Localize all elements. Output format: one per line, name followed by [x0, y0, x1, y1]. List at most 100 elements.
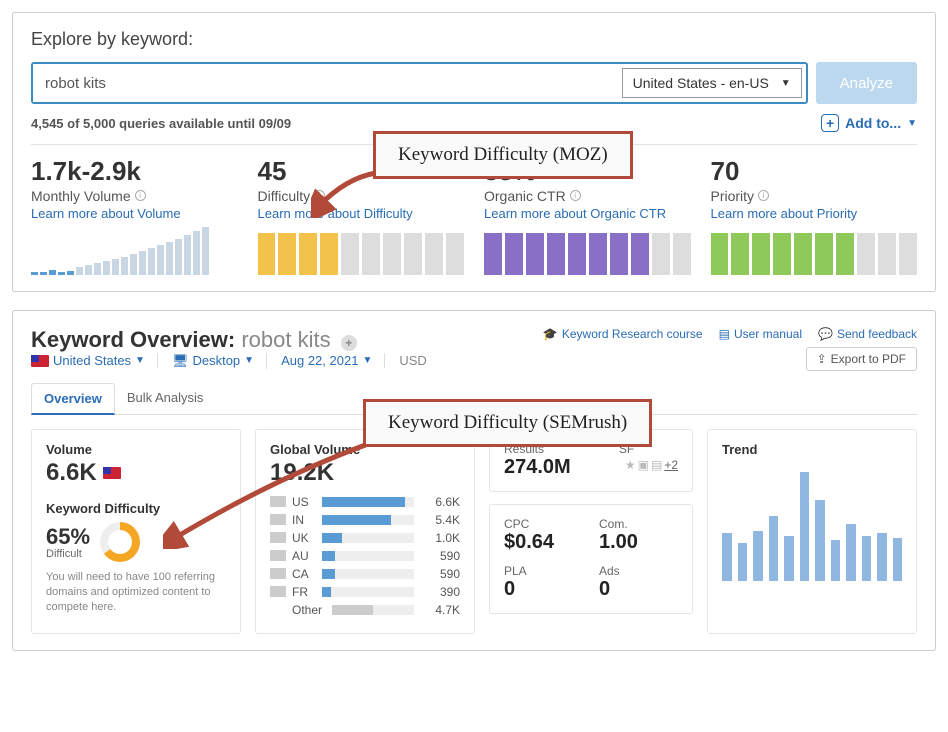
cpc-label: CPC — [504, 517, 583, 531]
us-flag-icon — [103, 467, 121, 479]
filter-row: United States▼ 🖥Desktop▼ Aug 22, 2021▼ U… — [31, 353, 427, 369]
cpc-card: CPC$0.64 Com.1.00 PLA0 Ads0 — [489, 504, 693, 614]
plus-icon: + — [821, 114, 839, 132]
pla-value: 0 — [504, 578, 583, 601]
learn-priority-link[interactable]: Learn more about Priority — [711, 206, 918, 221]
keyword-input[interactable] — [33, 64, 618, 102]
stat-volume: 1.7k-2.9k Monthly Volumei Learn more abo… — [31, 157, 238, 275]
ctr-bars — [484, 233, 691, 275]
upload-icon: ⇪ — [817, 352, 827, 366]
gv-other-val: 4.7K — [420, 603, 460, 617]
search-row: United States - en-US ▼ Analyze — [31, 62, 917, 104]
gv-val: 590 — [420, 567, 460, 581]
analyze-button[interactable]: Analyze — [816, 62, 917, 104]
book-icon: ▤ — [719, 327, 730, 341]
learn-ctr-link[interactable]: Learn more about Organic CTR — [484, 206, 691, 221]
date-filter[interactable]: Aug 22, 2021▼ — [281, 353, 385, 368]
trend-bar — [769, 516, 779, 581]
priority-value: 70 — [711, 157, 918, 186]
tab-bulk[interactable]: Bulk Analysis — [115, 383, 216, 414]
manual-link[interactable]: ▤User manual — [719, 327, 802, 341]
trend-bar — [722, 533, 732, 580]
country-filter[interactable]: United States▼ — [31, 353, 158, 368]
sem-title: Keyword Overview: robot kits + — [31, 327, 427, 353]
semrush-panel: Keyword Overview: robot kits + United St… — [12, 310, 936, 651]
graduation-icon: 🎓 — [543, 327, 558, 341]
trend-bar — [831, 540, 841, 580]
sem-links: 🎓Keyword Research course ▤User manual 💬S… — [543, 327, 917, 341]
metrics-column: Results 274.0M SF ★ ▣ ▤ +2 — [489, 429, 693, 634]
annotation-semrush: Keyword Difficulty (SEMrush) — [363, 399, 652, 447]
add-to-button[interactable]: + Add to... ▼ — [821, 114, 917, 132]
chat-icon: 💬 — [818, 327, 833, 341]
kd-donut-icon — [100, 522, 140, 562]
gv-row: CA 590 — [270, 567, 460, 581]
gv-code: AU — [292, 549, 316, 563]
gv-row: AU 590 — [270, 549, 460, 563]
ads-label: Ads — [599, 564, 678, 578]
chevron-down-icon: ▼ — [244, 355, 254, 366]
desktop-icon: 🖥 — [172, 353, 189, 369]
trend-bar — [846, 524, 856, 581]
gv-row: FR 390 — [270, 585, 460, 599]
gv-row-other: Other4.7K — [270, 603, 460, 617]
info-icon: i — [570, 190, 581, 201]
us-flag-icon — [31, 355, 49, 367]
flag-icon — [270, 568, 286, 579]
kd-desc: You will need to have 100 referring doma… — [46, 570, 226, 616]
com-value: 1.00 — [599, 531, 678, 554]
gv-code: CA — [292, 567, 316, 581]
image-icon: ▤ — [651, 458, 662, 472]
difficulty-bars — [258, 233, 465, 275]
trend-bar — [800, 472, 810, 581]
info-icon: i — [758, 190, 769, 201]
plus-circle-icon[interactable]: + — [341, 335, 357, 351]
sem-keyword: robot kits — [241, 327, 330, 352]
kd-value: 65% — [46, 524, 90, 550]
device-filter[interactable]: 🖥Desktop▼ — [172, 353, 267, 369]
gv-code: FR — [292, 585, 316, 599]
export-pdf-button[interactable]: ⇪Export to PDF — [806, 347, 917, 371]
trend-bar — [815, 500, 825, 580]
gv-val: 590 — [420, 549, 460, 563]
info-icon: i — [135, 190, 146, 201]
trend-bar — [862, 536, 872, 581]
flag-icon — [270, 550, 286, 561]
chevron-down-icon: ▼ — [135, 355, 145, 366]
volume-label: Monthly Volumei — [31, 188, 238, 204]
tab-overview[interactable]: Overview — [31, 383, 115, 415]
trend-label: Trend — [722, 442, 902, 457]
region-select[interactable]: United States - en-US ▼ — [622, 68, 802, 98]
trend-bar — [893, 538, 903, 580]
arrow-icon — [311, 168, 381, 218]
feedback-link[interactable]: 💬Send feedback — [818, 327, 917, 341]
sem-header: Keyword Overview: robot kits + United St… — [31, 327, 917, 377]
volume-chart — [31, 233, 238, 275]
course-link[interactable]: 🎓Keyword Research course — [543, 327, 703, 341]
currency-label: USD — [399, 353, 426, 368]
moz-panel: Explore by keyword: United States - en-U… — [12, 12, 936, 292]
gv-val: 5.4K — [420, 513, 460, 527]
ads-value: 0 — [599, 578, 678, 601]
ctr-label: Organic CTRi — [484, 188, 691, 204]
sf-icons: ★ ▣ ▤ +2 — [625, 458, 678, 472]
gv-val: 390 — [420, 585, 460, 599]
trend-chart — [722, 457, 902, 587]
trend-bar — [753, 531, 763, 581]
chevron-down-icon: ▼ — [362, 355, 372, 366]
results-value: 274.0M — [504, 456, 571, 479]
gv-val: 1.0K — [420, 531, 460, 545]
sf-more[interactable]: +2 — [664, 458, 678, 472]
com-label: Com. — [599, 517, 678, 531]
trend-card: Trend — [707, 429, 917, 634]
star-icon: ★ — [625, 458, 636, 472]
trend-bar — [877, 533, 887, 580]
trend-bar — [738, 543, 748, 581]
annotation-moz: Keyword Difficulty (MOZ) — [373, 131, 633, 179]
box-icon: ▣ — [638, 458, 649, 472]
search-wrap: United States - en-US ▼ — [31, 62, 808, 104]
learn-volume-link[interactable]: Learn more about Volume — [31, 206, 238, 221]
explore-title: Explore by keyword: — [31, 29, 917, 50]
chevron-down-icon: ▼ — [907, 118, 917, 129]
region-label: United States - en-US — [633, 75, 769, 91]
